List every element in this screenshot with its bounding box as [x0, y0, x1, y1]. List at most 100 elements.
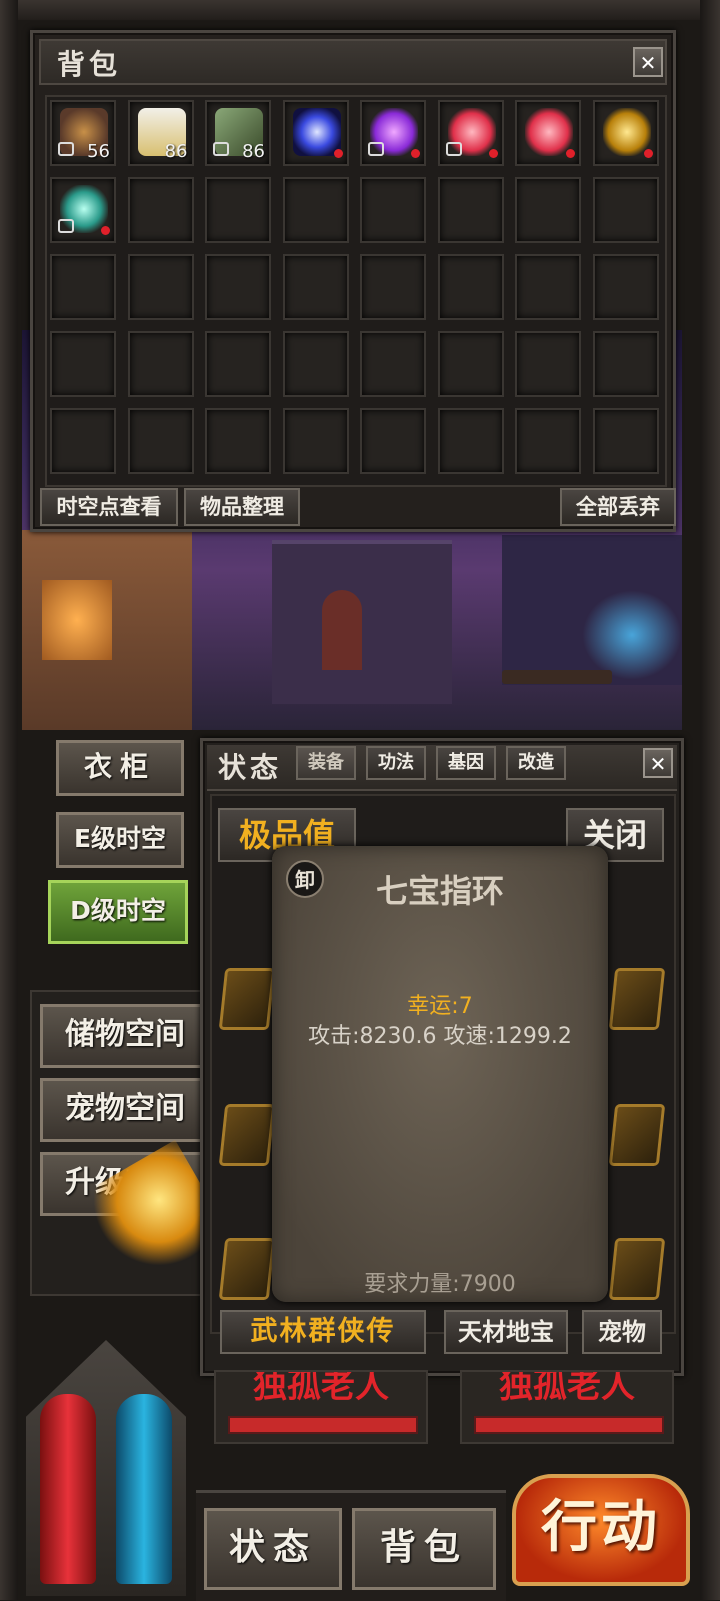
- discard-all-button[interactable]: 全部丢弃: [560, 488, 676, 526]
- item-count: 56: [87, 141, 110, 162]
- bag-close-button[interactable]: ✕: [633, 47, 663, 77]
- bag-button[interactable]: 背包: [352, 1508, 496, 1590]
- bench: [502, 670, 612, 684]
- bag-slot-item[interactable]: 56: [50, 100, 116, 166]
- bag-slot-empty[interactable]: [360, 408, 426, 474]
- bag-slot-empty[interactable]: [282, 254, 349, 320]
- bag-slot-empty[interactable]: [205, 408, 271, 474]
- bag-slot-empty[interactable]: [515, 331, 581, 397]
- item-name: 七宝指环: [375, 872, 504, 910]
- gloves-slot[interactable]: [218, 968, 276, 1030]
- spacetime-check-button[interactable]: 时空点查看: [40, 488, 178, 526]
- d-space-button[interactable]: D级时空: [48, 880, 188, 944]
- bag-slot-empty[interactable]: [127, 408, 194, 474]
- new-item-dot: [488, 149, 498, 158]
- bag-slot-empty[interactable]: [50, 331, 116, 397]
- bag-slot-empty[interactable]: [127, 177, 194, 243]
- bag-slot-empty[interactable]: [592, 254, 659, 320]
- lock-icon: [58, 142, 74, 156]
- wardrobe-button[interactable]: 衣柜: [56, 740, 184, 796]
- tab-wulin[interactable]: 武林群侠传: [220, 1310, 426, 1354]
- bag-header: [39, 39, 667, 85]
- action-button[interactable]: 行动: [512, 1474, 690, 1586]
- bag-slot-item[interactable]: [360, 100, 426, 166]
- status-title: 状态: [218, 751, 283, 784]
- bag-slot-item[interactable]: [515, 100, 581, 166]
- tab-pet[interactable]: 宠物: [582, 1310, 662, 1354]
- sort-items-button[interactable]: 物品整理: [184, 488, 300, 526]
- building-mid: [272, 540, 452, 704]
- bag-slot-item[interactable]: [50, 177, 116, 243]
- status-tab-0[interactable]: 装备: [296, 746, 356, 780]
- empty-slot[interactable]: [218, 1104, 276, 1166]
- bag-slot-empty[interactable]: [437, 254, 504, 320]
- red-charm-slot[interactable]: [608, 968, 666, 1030]
- bag-slot-item[interactable]: [592, 100, 659, 166]
- status-tab-2[interactable]: 基因: [436, 746, 496, 780]
- bag-slot-empty[interactable]: [282, 408, 349, 474]
- right-rim: [700, 0, 720, 1600]
- bag-slot-empty[interactable]: [205, 177, 271, 243]
- npc-name-left: 独孤老人: [253, 1370, 389, 1406]
- new-item-dot: [643, 149, 653, 158]
- bag-slot-empty[interactable]: [50, 254, 116, 320]
- item-tooltip: [272, 846, 608, 1302]
- bag-slot-empty[interactable]: [592, 408, 659, 474]
- lock-icon: [445, 142, 462, 156]
- e-space-button[interactable]: E级时空: [56, 812, 184, 868]
- npc-name-right: 独孤老人: [499, 1370, 635, 1406]
- left-rim: [0, 0, 18, 1600]
- bag-slot-empty[interactable]: [592, 177, 659, 243]
- new-item-dot: [411, 149, 420, 158]
- storage-space-button[interactable]: 储物空间: [40, 1004, 220, 1068]
- tab-treasure[interactable]: 天材地宝: [444, 1310, 568, 1354]
- bag-slot-empty[interactable]: [127, 331, 194, 397]
- top-rim: [0, 0, 720, 20]
- pet-space-button[interactable]: 宠物空间: [40, 1078, 220, 1142]
- bag-slot-empty[interactable]: [437, 177, 504, 243]
- npc-plate-right[interactable]: 独孤老人: [460, 1370, 674, 1444]
- empty-slot[interactable]: [608, 1238, 666, 1300]
- npc-hp-bar-left: [228, 1416, 418, 1434]
- bag-slot-empty[interactable]: [515, 408, 581, 474]
- bag-slot-item[interactable]: [282, 100, 349, 166]
- door: [322, 590, 362, 670]
- bag-slot-empty[interactable]: [205, 331, 271, 397]
- bag-slot-empty[interactable]: [437, 408, 504, 474]
- bag-slot-item[interactable]: 86: [205, 100, 271, 166]
- lock-icon: [368, 142, 384, 156]
- bag-slot-empty[interactable]: [515, 254, 581, 320]
- npc-hp-bar-right: [474, 1416, 664, 1434]
- item-count: 86: [242, 141, 265, 162]
- red-crystal-icon: [525, 108, 573, 156]
- item-count: 86: [164, 141, 188, 162]
- status-close-icon[interactable]: ✕: [643, 748, 673, 778]
- bag-slot-empty[interactable]: [282, 177, 349, 243]
- bag-slot-empty[interactable]: [282, 331, 349, 397]
- bag-slot-empty[interactable]: [592, 331, 659, 397]
- window-glow: [42, 580, 112, 660]
- bag-slot-empty[interactable]: [205, 254, 271, 320]
- bag-slot-empty[interactable]: [515, 177, 581, 243]
- item-luck: 幸运:7: [407, 994, 473, 1019]
- status-tab-3[interactable]: 改造: [506, 746, 566, 780]
- bag-slot-empty[interactable]: [360, 331, 426, 397]
- bag-slot-empty[interactable]: [50, 408, 116, 474]
- bag-title: 背包: [57, 48, 122, 81]
- status-button[interactable]: 状态: [204, 1508, 342, 1590]
- bag-slot-item[interactable]: 86: [127, 100, 194, 166]
- bracelet-slot[interactable]: [218, 1238, 276, 1300]
- bag-slot-empty[interactable]: [360, 177, 426, 243]
- bag-slot-empty[interactable]: [360, 254, 426, 320]
- item-stats: 攻击:8230.6 攻速:1299.2: [308, 1024, 572, 1049]
- bag-slot-empty[interactable]: [437, 331, 504, 397]
- new-item-dot: [333, 149, 343, 158]
- empty-slot[interactable]: [608, 1104, 666, 1166]
- lock-icon: [213, 142, 229, 156]
- bag-slot-item[interactable]: [437, 100, 504, 166]
- npc-plate-left[interactable]: 独孤老人: [214, 1370, 428, 1444]
- bag-slot-empty[interactable]: [127, 254, 194, 320]
- fountain-glow: [582, 590, 682, 680]
- status-tab-1[interactable]: 功法: [366, 746, 426, 780]
- hp-vial: [40, 1394, 96, 1584]
